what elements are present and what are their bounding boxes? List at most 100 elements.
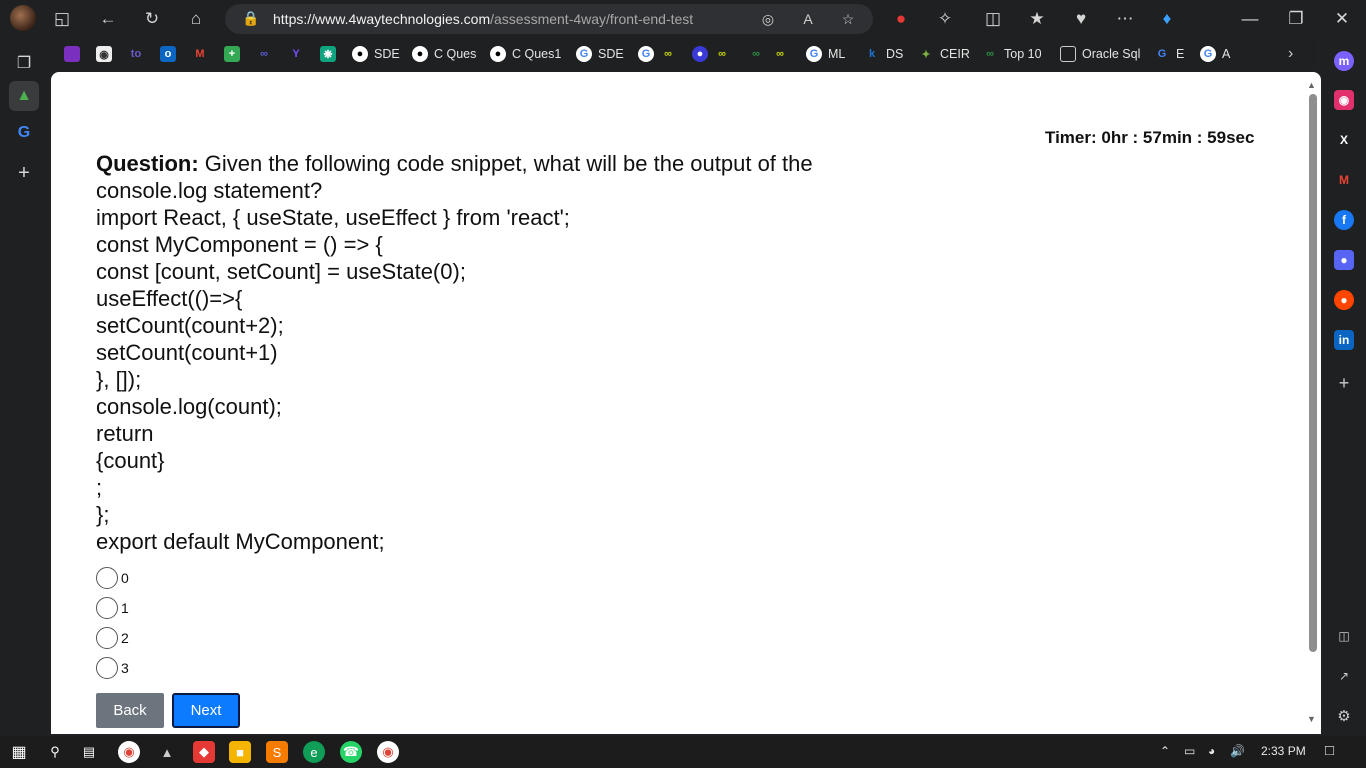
split-screen-icon[interactable]: ◫	[981, 7, 1005, 31]
bookmark-top-10[interactable]: ∞ Top 10	[982, 45, 1041, 63]
bookmark-item[interactable]: ∞	[660, 45, 676, 63]
app-icon[interactable]: ▲	[156, 741, 178, 763]
active-tab-icon[interactable]: ▲	[9, 81, 39, 111]
bookmark-item[interactable]	[64, 45, 80, 63]
answer-option[interactable]: 0	[96, 563, 129, 593]
whatsapp-icon[interactable]: ☎	[340, 741, 362, 763]
lock-icon[interactable]: 🔒	[242, 10, 259, 27]
google-tab-icon[interactable]: G	[9, 118, 39, 148]
bookmark-oracle-sql[interactable]: Oracle Sql	[1060, 45, 1140, 63]
facebook-icon[interactable]: f	[1334, 210, 1354, 230]
bookmark-item[interactable]: G	[638, 45, 654, 63]
answer-option[interactable]: 3	[96, 653, 129, 683]
bookmark-a[interactable]: GA	[1200, 45, 1230, 63]
x-twitter-icon[interactable]: X	[1334, 130, 1354, 150]
anydesk-icon[interactable]: ◆	[193, 741, 215, 763]
code-line: };	[96, 502, 110, 527]
minimize-icon[interactable]: —	[1238, 7, 1262, 31]
address-bar[interactable]: 🔒 https://www.4waytechnologies.com/asses…	[225, 4, 873, 34]
clock-time[interactable]: 2:33 PM	[1261, 744, 1306, 758]
bookmark-item[interactable]: Y	[288, 45, 304, 63]
open-external-icon[interactable]: ↗	[1334, 666, 1354, 686]
notifications-icon[interactable]: □	[1325, 742, 1334, 759]
show-hidden-icons-chevron-icon[interactable]: ⌃	[1160, 744, 1170, 758]
adblock-extension-icon[interactable]: ●	[889, 7, 913, 31]
code-line: useEffect(()=>{	[96, 286, 243, 311]
refresh-icon[interactable]: ↻	[140, 7, 164, 31]
add-sidebar-app-plus-icon[interactable]: +	[1334, 373, 1354, 393]
next-button[interactable]: Next	[172, 693, 240, 728]
extensions-icon[interactable]: ✧	[933, 7, 957, 31]
bookmark-ml[interactable]: G ML	[806, 45, 845, 63]
file-explorer-icon[interactable]: ■	[229, 741, 251, 763]
radio-button[interactable]	[96, 597, 118, 619]
bookmark-item[interactable]: ◉	[96, 45, 112, 63]
vertical-scrollbar[interactable]	[1309, 94, 1317, 652]
bookmark-item[interactable]: ∞	[714, 45, 730, 63]
location-icon[interactable]: ◎	[758, 9, 778, 29]
bookmark-item[interactable]: ●	[692, 45, 708, 63]
volume-icon[interactable]: 🔊	[1230, 744, 1245, 758]
bookmark-item[interactable]: ∞	[772, 45, 788, 63]
new-tab-plus-icon[interactable]: +	[9, 158, 39, 188]
url-text[interactable]: https://www.4waytechnologies.com/assessm…	[273, 11, 693, 27]
google-icon: G	[1157, 48, 1167, 60]
sublime-text-icon[interactable]: S	[266, 741, 288, 763]
home-icon[interactable]: ⌂	[184, 7, 208, 31]
read-aloud-icon[interactable]: A	[798, 9, 818, 29]
bookmark-sde-google[interactable]: G SDE	[576, 45, 624, 63]
code-line: return	[96, 421, 154, 446]
bookmark-c-ques1[interactable]: ● C Ques1	[490, 45, 561, 63]
hide-sidebar-icon[interactable]: ◫	[1334, 626, 1354, 646]
bookmark-item[interactable]: ∞	[256, 45, 272, 63]
wifi-icon[interactable]: ◕	[1208, 744, 1215, 758]
battery-icon[interactable]: ▭	[1184, 744, 1195, 758]
answer-option[interactable]: 1	[96, 593, 129, 623]
task-view-icon[interactable]: ▤	[78, 741, 100, 763]
back-arrow-icon[interactable]: ←	[96, 7, 120, 31]
edge-browser-icon[interactable]: e	[303, 741, 325, 763]
instagram-icon[interactable]: ◉	[1334, 90, 1354, 110]
scroll-down-arrow-icon[interactable]: ▼	[1307, 714, 1316, 724]
chrome-icon[interactable]: ◉	[118, 741, 140, 763]
tab-actions-icon[interactable]: ❐	[9, 48, 39, 78]
answer-option[interactable]: 2	[96, 623, 129, 653]
favorites-icon[interactable]: ★	[1025, 7, 1049, 31]
bookmarks-overflow-chevron-icon[interactable]: ›	[1288, 45, 1293, 63]
bookmark-item[interactable]: ∞	[748, 45, 764, 63]
linkedin-icon[interactable]: in	[1334, 330, 1354, 350]
workspaces-icon[interactable]: ◱	[50, 7, 74, 31]
favorite-star-icon[interactable]: ☆	[838, 9, 858, 29]
bookmark-item[interactable]: to	[128, 45, 144, 63]
radio-button[interactable]	[96, 567, 118, 589]
code-line: {count}	[96, 448, 165, 473]
back-button[interactable]: Back	[96, 693, 164, 728]
copilot-icon[interactable]: ♦	[1155, 7, 1179, 31]
close-icon[interactable]: ✕	[1330, 7, 1354, 31]
more-options-icon[interactable]: ⋯	[1113, 7, 1137, 31]
bookmark-e[interactable]: GE	[1154, 45, 1185, 63]
bookmark-item[interactable]: ❋	[320, 45, 336, 63]
gmail-icon[interactable]: M	[1334, 170, 1354, 190]
option-label: 0	[121, 570, 129, 586]
discord-icon[interactable]: ●	[1334, 250, 1354, 270]
bookmark-item[interactable]: o	[160, 45, 176, 63]
radio-button[interactable]	[96, 657, 118, 679]
settings-gear-icon[interactable]: ⚙	[1334, 706, 1354, 726]
windows-start-icon[interactable]: ▦	[8, 741, 30, 763]
radio-button[interactable]	[96, 627, 118, 649]
bookmark-sde[interactable]: ● SDE	[352, 45, 400, 63]
bookmark-c-ques[interactable]: ● C Ques	[412, 45, 476, 63]
browser-essentials-icon[interactable]: ♥	[1069, 7, 1093, 31]
search-icon[interactable]: ⚲	[44, 741, 66, 763]
profile-avatar[interactable]	[10, 5, 36, 31]
scroll-up-arrow-icon[interactable]: ▲	[1307, 80, 1316, 90]
restore-icon[interactable]: ❐	[1284, 7, 1308, 31]
bookmark-ceir[interactable]: ✦ CEIR	[918, 45, 969, 63]
bookmark-ds[interactable]: k DS	[864, 45, 903, 63]
reddit-icon[interactable]: ●	[1334, 290, 1354, 310]
bookmark-item[interactable]: M	[192, 45, 208, 63]
messenger-icon[interactable]: m	[1334, 51, 1354, 71]
bookmark-item[interactable]: +	[224, 45, 240, 63]
chrome-icon[interactable]: ◉	[377, 741, 399, 763]
